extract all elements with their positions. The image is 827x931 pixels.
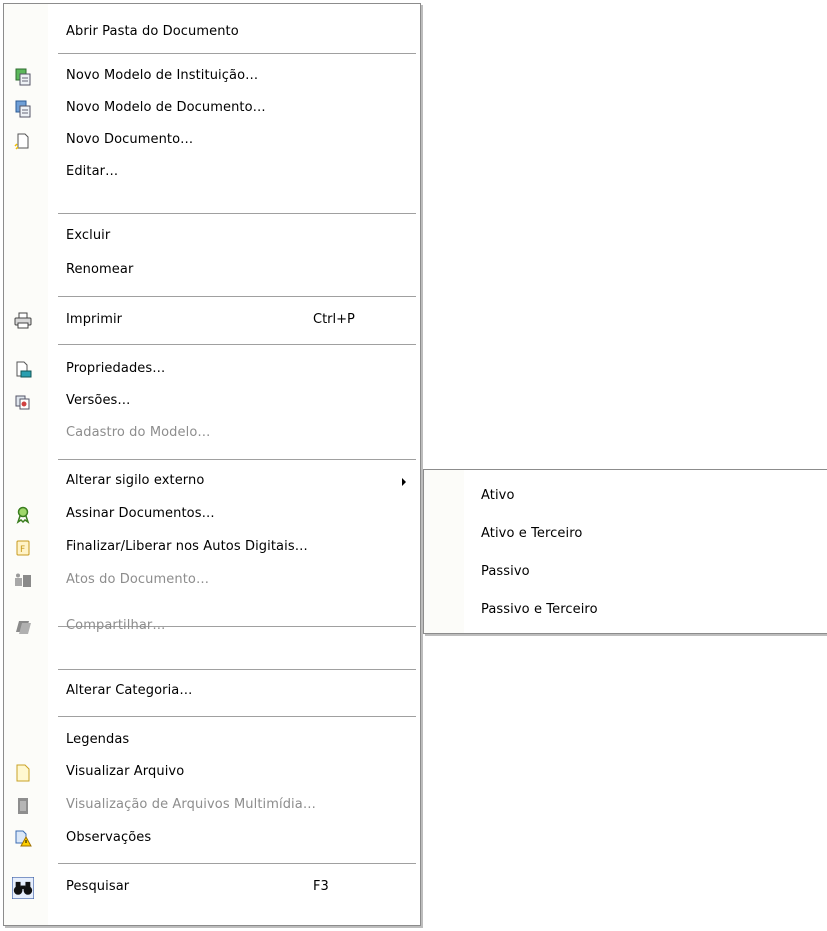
menu-item-label: Finalizar/Liberar nos Autos Digitais… bbox=[66, 539, 308, 554]
sign-ribbon-icon bbox=[16, 506, 30, 524]
multimedia-icon bbox=[18, 798, 28, 814]
menu-item-observacoes[interactable]: Observações bbox=[4, 822, 420, 856]
menu-item-label: Imprimir bbox=[66, 312, 123, 327]
submenu-item-label: Ativo e Terceiro bbox=[481, 526, 583, 541]
menu-item-novo-modelo-instituicao[interactable]: Novo Modelo de Instituição… bbox=[4, 60, 420, 94]
menu-item-label: Novo Documento… bbox=[66, 132, 194, 147]
menu-item-imprimir[interactable]: Imprimir Ctrl+P bbox=[4, 304, 420, 338]
menu-item-assinar-documentos[interactable]: Assinar Documentos… bbox=[4, 498, 420, 532]
new-institution-template-icon bbox=[15, 68, 31, 86]
properties-icon bbox=[16, 361, 32, 378]
binoculars-icon bbox=[12, 877, 34, 899]
menu-item-legendas[interactable]: Legendas bbox=[4, 724, 420, 758]
submenu-item-ativo[interactable]: Ativo bbox=[424, 480, 827, 514]
menu-item-novo-documento[interactable]: Novo Documento… bbox=[4, 124, 420, 158]
menu-item-label: Compartilhar… bbox=[66, 618, 166, 633]
menu-item-label: Visualização de Arquivos Multimídia… bbox=[66, 797, 316, 812]
menu-item-label: Novo Modelo de Documento… bbox=[66, 100, 266, 115]
menu-item-finalizar-liberar[interactable]: F Finalizar/Liberar nos Autos Digitais… bbox=[4, 531, 420, 565]
submenu-item-passivo-e-terceiro[interactable]: Passivo e Terceiro bbox=[424, 594, 827, 628]
menu-separator bbox=[58, 863, 416, 864]
menu-separator bbox=[58, 296, 416, 297]
menu-item-compartilhar[interactable]: Compartilhar… bbox=[4, 610, 420, 644]
menu-item-abrir-pasta[interactable]: Abrir Pasta do Documento bbox=[4, 16, 420, 50]
menu-item-atos-documento[interactable]: Atos do Documento… bbox=[4, 564, 420, 598]
menu-separator bbox=[58, 213, 416, 214]
menu-item-label: Assinar Documentos… bbox=[66, 506, 215, 521]
menu-item-alterar-sigilo-externo[interactable]: Alterar sigilo externo bbox=[4, 465, 420, 499]
svg-text:F: F bbox=[20, 545, 25, 555]
menu-item-label: Editar… bbox=[66, 164, 119, 179]
menu-item-editar[interactable]: Editar… bbox=[4, 156, 420, 190]
menu-item-label: Atos do Documento… bbox=[66, 572, 210, 587]
menu-item-label: Pesquisar bbox=[66, 879, 130, 894]
menu-separator bbox=[58, 716, 416, 717]
menu-item-cadastro-modelo[interactable]: Cadastro do Modelo… bbox=[4, 417, 420, 451]
versions-icon bbox=[15, 395, 30, 410]
submenu-item-passivo[interactable]: Passivo bbox=[424, 556, 827, 590]
menu-item-label: Versões… bbox=[66, 393, 131, 408]
printer-icon bbox=[14, 312, 32, 329]
menu-item-label: Abrir Pasta do Documento bbox=[66, 24, 239, 39]
menu-item-label: Excluir bbox=[66, 228, 111, 243]
submenu-item-label: Passivo e Terceiro bbox=[481, 602, 598, 617]
menu-item-renomear[interactable]: Renomear bbox=[4, 254, 420, 288]
menu-item-shortcut: Ctrl+P bbox=[313, 312, 355, 327]
menu-separator bbox=[58, 53, 416, 54]
view-file-icon bbox=[16, 764, 30, 782]
new-document-icon bbox=[14, 133, 29, 150]
new-document-template-icon bbox=[15, 100, 31, 118]
submenu-arrow-icon bbox=[402, 478, 406, 486]
submenu-item-label: Passivo bbox=[481, 564, 530, 579]
finalize-icon: F bbox=[16, 540, 30, 556]
observations-warning-icon bbox=[15, 830, 32, 847]
menu-item-label: Alterar Categoria… bbox=[66, 683, 193, 698]
menu-item-visualizar-arquivo[interactable]: Visualizar Arquivo bbox=[4, 756, 420, 790]
menu-item-novo-modelo-documento[interactable]: Novo Modelo de Documento… bbox=[4, 92, 420, 126]
context-menu: Abrir Pasta do Documento Novo Modelo de … bbox=[3, 3, 421, 926]
menu-item-label: Novo Modelo de Instituição… bbox=[66, 68, 259, 83]
menu-item-label: Visualizar Arquivo bbox=[66, 764, 185, 779]
menu-item-label: Propriedades… bbox=[66, 361, 166, 376]
menu-item-label: Renomear bbox=[66, 262, 134, 277]
menu-separator bbox=[58, 344, 416, 345]
submenu-item-label: Ativo bbox=[481, 488, 515, 503]
menu-item-label: Legendas bbox=[66, 732, 130, 747]
menu-separator bbox=[58, 669, 416, 670]
menu-item-alterar-categoria[interactable]: Alterar Categoria… bbox=[4, 675, 420, 709]
menu-item-label: Observações bbox=[66, 830, 152, 845]
menu-item-label: Alterar sigilo externo bbox=[66, 473, 205, 488]
menu-item-pesquisar[interactable]: Pesquisar F3 bbox=[4, 871, 420, 905]
menu-item-versoes[interactable]: Versões… bbox=[4, 385, 420, 419]
menu-item-visualizacao-multimidia[interactable]: Visualização de Arquivos Multimídia… bbox=[4, 789, 420, 823]
document-acts-icon bbox=[15, 573, 31, 587]
menu-separator bbox=[58, 459, 416, 460]
menu-item-propriedades[interactable]: Propriedades… bbox=[4, 353, 420, 387]
share-icon bbox=[16, 621, 31, 634]
menu-item-excluir[interactable]: Excluir bbox=[4, 220, 420, 254]
menu-item-label: Cadastro do Modelo… bbox=[66, 425, 211, 440]
submenu-sigilo-externo: Ativo Ativo e Terceiro Passivo Passivo e… bbox=[423, 469, 827, 634]
submenu-item-ativo-e-terceiro[interactable]: Ativo e Terceiro bbox=[424, 518, 827, 552]
menu-item-shortcut: F3 bbox=[313, 879, 329, 894]
